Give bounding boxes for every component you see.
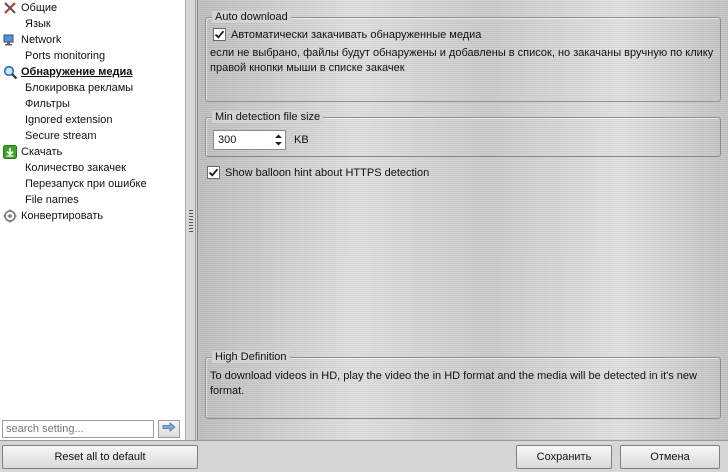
tree-item-download-count[interactable]: Количество закачек	[0, 160, 126, 176]
search-go-button[interactable]	[158, 419, 180, 438]
auto-download-checkbox[interactable]	[213, 28, 226, 41]
tree-item-ignored-extension[interactable]: Ignored extension	[0, 112, 112, 128]
tree-item-label: Количество закачек	[25, 162, 126, 174]
high-definition-group: High Definition To download videos in HD…	[205, 351, 721, 419]
min-size-stepper[interactable]: 300	[213, 130, 286, 150]
tree-item-convert[interactable]: Конвертировать	[0, 208, 103, 224]
tree-item-secure-stream[interactable]: Secure stream	[0, 128, 97, 144]
min-size-group: Min detection file size 300 KB	[205, 111, 721, 157]
group-title: High Definition	[212, 351, 290, 363]
tree-item-label: Блокировка рекламы	[25, 82, 134, 94]
magnifier-icon	[2, 64, 18, 80]
tree-item-restart-on-error[interactable]: Перезапуск при ошибке	[0, 176, 147, 192]
splitter-grip-icon	[189, 210, 193, 232]
tree-item-label: Network	[21, 34, 62, 46]
settings-main-panel: Auto download Автоматически закачивать о…	[197, 0, 728, 440]
tree-item-media-detection[interactable]: Обнаружение медиа	[0, 64, 132, 80]
setting-search	[2, 419, 184, 438]
tree-item-label: Конвертировать	[21, 210, 104, 222]
tree-item-ad-blocking[interactable]: Блокировка рекламы	[0, 80, 133, 96]
tree-item-label: Обнаружение медиа	[21, 66, 133, 78]
tree-item-label: Ports monitoring	[25, 50, 106, 62]
settings-sidebar: Общие Язык Network Ports monitoring Обна…	[0, 0, 186, 440]
tree-item-network[interactable]: Network	[0, 32, 61, 48]
convert-icon	[2, 208, 18, 224]
tree-item-label: Общие	[21, 2, 58, 14]
stepper-arrows[interactable]	[271, 131, 285, 149]
tools-icon	[2, 0, 18, 16]
min-size-unit: KB	[294, 134, 309, 146]
tree-item-ports-monitoring[interactable]: Ports monitoring	[0, 48, 105, 64]
network-icon	[2, 32, 18, 48]
arrow-right-icon	[162, 422, 176, 435]
tree-item-filters[interactable]: Фильтры	[0, 96, 70, 112]
tree-item-label: Язык	[25, 18, 51, 30]
tree-item-label: File names	[25, 194, 79, 206]
bottom-bar: Reset all to default Сохранить Отмена	[0, 440, 728, 472]
download-icon	[2, 144, 18, 160]
tree-item-label: Secure stream	[25, 130, 97, 142]
cancel-button[interactable]: Отмена	[620, 445, 720, 469]
balloon-hint-checkbox-row[interactable]: Show balloon hint about HTTPS detection	[207, 166, 429, 179]
tree-item-file-names[interactable]: File names	[0, 192, 79, 208]
high-definition-description: To download videos in HD, play the video…	[210, 370, 697, 397]
auto-download-description: если не выбрано, файлы будут обнаружены …	[210, 47, 714, 74]
auto-download-checkbox-row[interactable]: Автоматически закачивать обнаруженные ме…	[213, 28, 481, 41]
tree-item-label: Перезапуск при ошибке	[25, 178, 147, 190]
tree-item-general[interactable]: Общие	[0, 0, 57, 16]
tree-item-label: Фильтры	[25, 98, 70, 110]
tree-item-label: Скачать	[21, 146, 63, 158]
reset-all-button[interactable]: Reset all to default	[2, 445, 198, 469]
group-title: Auto download	[212, 11, 291, 23]
tree-item-label: Ignored extension	[25, 114, 113, 126]
min-size-value[interactable]: 300	[214, 134, 271, 146]
tree-item-language[interactable]: Язык	[0, 16, 51, 32]
checkbox-label: Show balloon hint about HTTPS detection	[225, 166, 430, 179]
spin-arrows-icon	[274, 134, 282, 146]
auto-download-group: Auto download Автоматически закачивать о…	[205, 11, 721, 102]
search-input[interactable]	[2, 419, 154, 438]
sidebar-splitter[interactable]	[186, 0, 196, 440]
group-title: Min detection file size	[212, 111, 324, 123]
checkbox-label: Автоматически закачивать обнаруженные ме…	[231, 28, 482, 41]
save-button[interactable]: Сохранить	[516, 445, 612, 469]
tree-item-download[interactable]: Скачать	[0, 144, 62, 160]
balloon-hint-checkbox[interactable]	[207, 166, 220, 179]
